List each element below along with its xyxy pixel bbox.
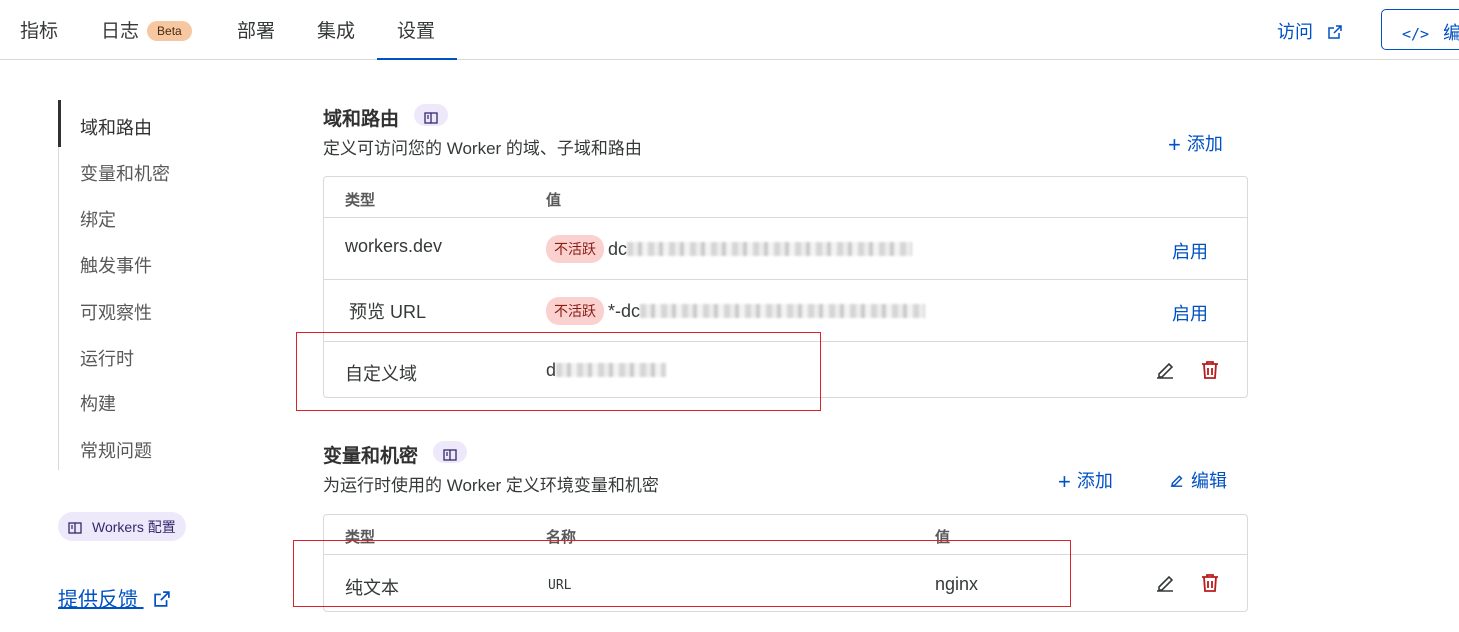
col-type-header: 类型 — [345, 192, 376, 209]
beta-badge: Beta — [147, 21, 192, 41]
enable-link[interactable]: 启用 — [1172, 238, 1208, 264]
plus-icon: + — [1058, 469, 1071, 494]
row-value: 不活跃 dc — [546, 235, 913, 263]
external-link-icon — [153, 590, 170, 613]
tab-deploy[interactable]: 部署 — [237, 16, 275, 60]
code-icon: </> — [1402, 25, 1430, 43]
domains-title-text: 域和路由 — [323, 109, 400, 130]
domains-section-title: 域和路由 — [323, 104, 449, 131]
active-indicator — [58, 100, 61, 147]
feedback-label: 提供反馈 — [58, 589, 138, 611]
visit-link[interactable]: 访问 — [1277, 18, 1342, 44]
tab-metrics[interactable]: 指标 — [20, 16, 58, 60]
tab-logs-label: 日志 — [101, 21, 140, 42]
nav-item-triggers[interactable]: 触发事件 — [80, 252, 152, 278]
feedback-link[interactable]: 提供反馈 — [58, 583, 170, 613]
settings-sidenav: 域和路由 变量和机密 绑定 触发事件 可观察性 运行时 构建 常规问题 — [58, 100, 198, 470]
edit-variables-label: 编辑 — [1191, 471, 1227, 491]
tab-integrations-label: 集成 — [317, 21, 356, 42]
top-tab-bar: 指标 日志 Beta 部署 集成 设置 访问 </> 编辑 — [0, 0, 1459, 60]
plus-icon: + — [1168, 132, 1181, 157]
variables-section-title: 变量和机密 — [323, 441, 468, 468]
external-link-icon — [1328, 23, 1342, 44]
variables-subtitle: 为运行时使用的 Worker 定义环境变量和机密 — [323, 476, 659, 495]
enable-link[interactable]: 启用 — [1172, 300, 1208, 326]
pencil-icon[interactable] — [1153, 571, 1177, 595]
book-icon[interactable] — [414, 104, 449, 126]
nav-item-bindings[interactable]: 绑定 — [80, 206, 116, 232]
annotation-box-variable — [293, 540, 1071, 607]
inactive-badge: 不活跃 — [546, 235, 604, 263]
tab-deploy-label: 部署 — [237, 21, 276, 42]
variables-title-text: 变量和机密 — [323, 446, 419, 467]
pencil-icon[interactable] — [1153, 358, 1177, 382]
book-icon[interactable] — [433, 441, 468, 463]
nav-item-runtime[interactable]: 运行时 — [80, 345, 134, 371]
edit-code-label: 编辑 — [1443, 23, 1459, 43]
tab-integrations[interactable]: 集成 — [317, 16, 355, 60]
redacted-value — [640, 304, 926, 318]
nav-item-general[interactable]: 常规问题 — [80, 437, 152, 463]
row-value: 不活跃 *-dc — [546, 297, 926, 325]
book-icon — [68, 521, 82, 537]
redacted-value-prefix: dc — [608, 239, 628, 259]
add-domain-label: 添加 — [1186, 134, 1223, 154]
visit-label: 访问 — [1277, 22, 1313, 42]
trash-icon[interactable] — [1198, 358, 1222, 382]
table-header: 类型 值 — [324, 177, 1247, 218]
pencil-icon — [1168, 472, 1185, 494]
tab-settings-label: 设置 — [397, 21, 436, 42]
nav-item-observability[interactable]: 可观察性 — [80, 299, 152, 325]
col-value-header: 值 — [546, 192, 562, 209]
annotation-box-custom-domain — [296, 332, 821, 411]
domains-subtitle: 定义可访问您的 Worker 的域、子域和路由 — [323, 139, 642, 158]
edit-variables-button[interactable]: 编辑 — [1168, 467, 1227, 494]
tab-settings[interactable]: 设置 — [377, 16, 457, 60]
add-variable-label: 添加 — [1076, 471, 1113, 491]
inactive-badge: 不活跃 — [546, 297, 604, 325]
nav-item-variables-secrets[interactable]: 变量和机密 — [80, 160, 170, 186]
add-variable-button[interactable]: + 添加 — [1058, 467, 1113, 495]
row-type: workers.dev — [345, 236, 443, 256]
row-type: 预览 URL — [349, 302, 427, 322]
tab-metrics-label: 指标 — [20, 21, 59, 42]
add-domain-button[interactable]: + 添加 — [1168, 130, 1223, 158]
trash-icon[interactable] — [1198, 571, 1222, 595]
workers-config-label: Workers 配置 — [92, 519, 176, 535]
nav-item-build[interactable]: 构建 — [80, 390, 116, 416]
redacted-value — [627, 242, 913, 256]
table-row: workers.dev 不活跃 dc 启用 — [324, 218, 1247, 280]
edit-code-button[interactable]: </> 编辑 — [1381, 9, 1459, 50]
tab-logs[interactable]: 日志 Beta — [101, 16, 192, 60]
workers-config-docs-chip[interactable]: Workers 配置 — [58, 512, 186, 541]
nav-item-domains-routes[interactable]: 域和路由 — [80, 114, 152, 140]
redacted-value-prefix: *-dc — [608, 301, 641, 321]
